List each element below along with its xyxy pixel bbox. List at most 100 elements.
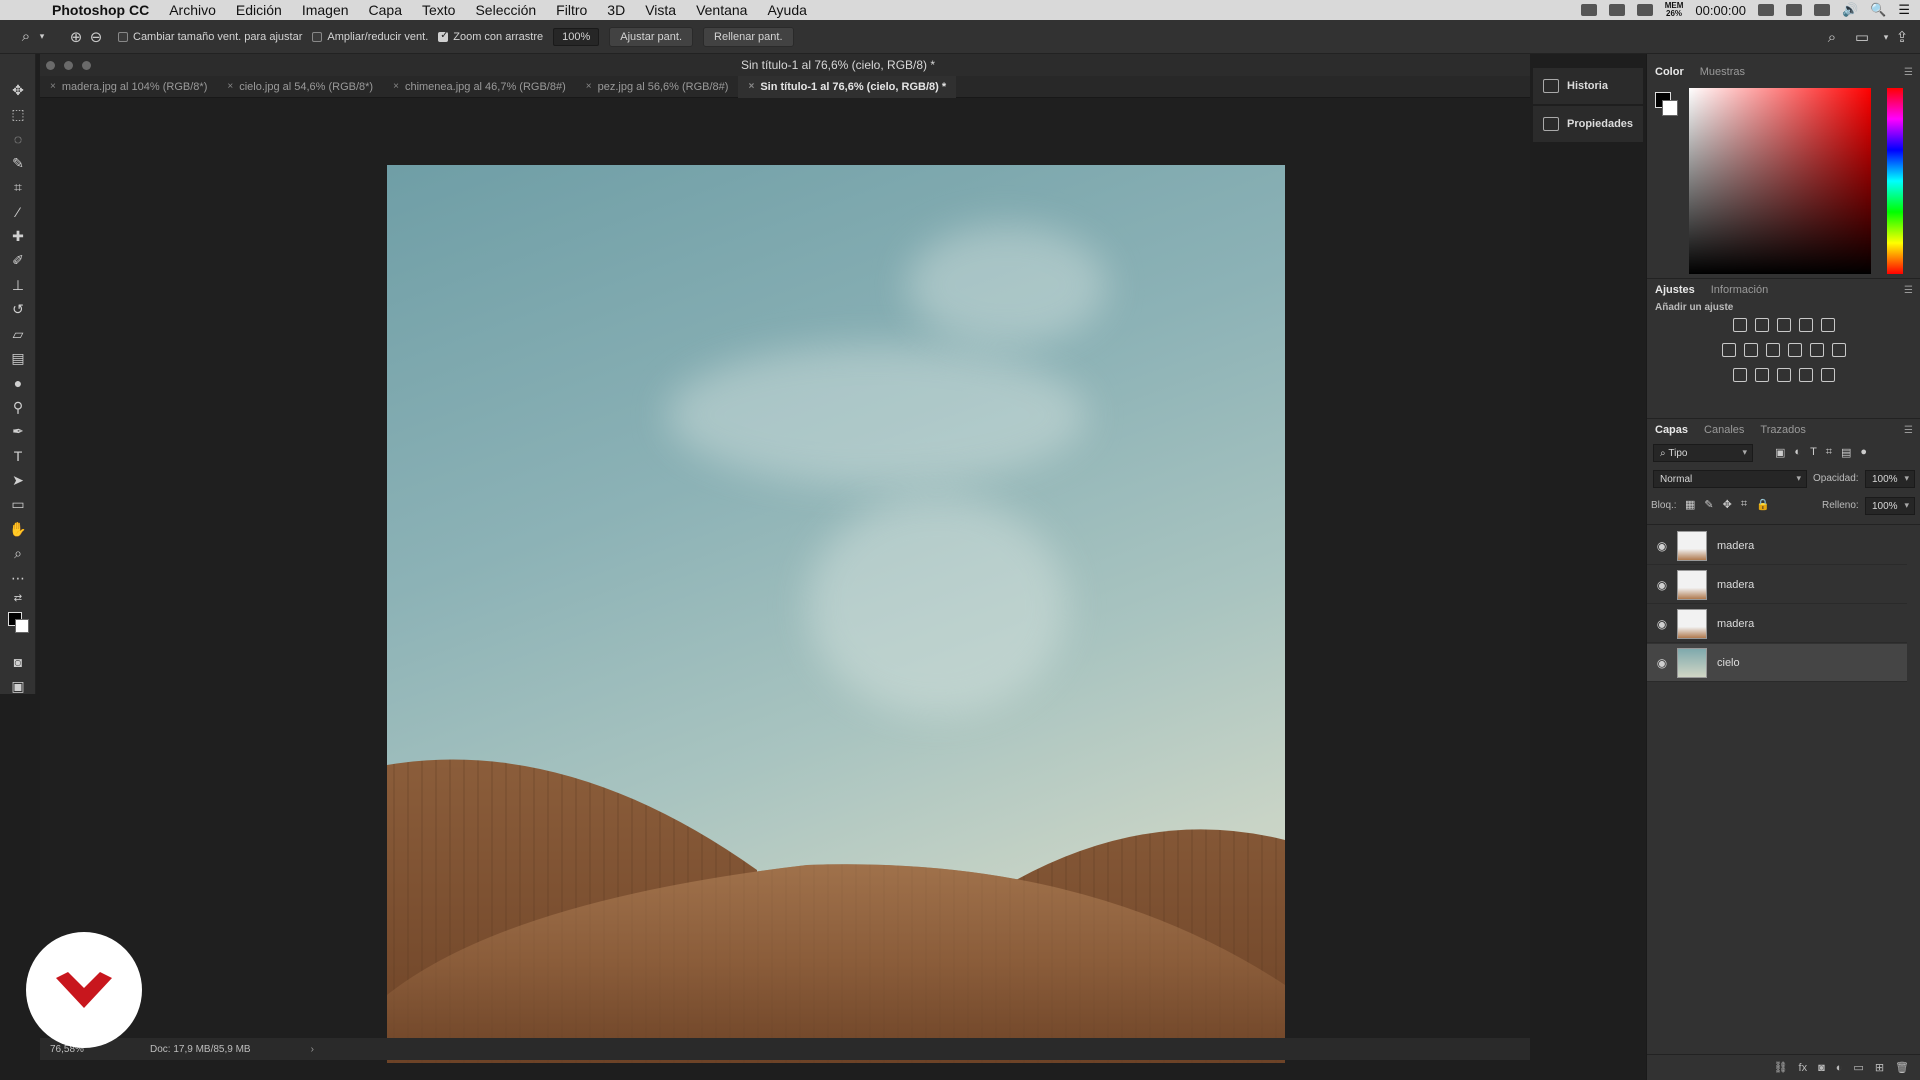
menu-imagen[interactable]: Imagen (292, 0, 359, 20)
exposure-icon[interactable] (1799, 318, 1813, 332)
color-balance-icon[interactable] (1744, 343, 1758, 357)
smart-object-filter-icon[interactable]: ▤ (1841, 446, 1851, 459)
screen-mode-icon[interactable]: ▣ (0, 674, 36, 698)
default-colors-icon[interactable]: ⇄ (0, 590, 36, 606)
marquee-tool-icon[interactable]: ⬚ (0, 102, 36, 126)
workspace-icon[interactable]: ▭ (1852, 27, 1872, 47)
tab-ajustes[interactable]: Ajustes (1647, 284, 1703, 296)
doc-tab-chimenea[interactable]: × chimenea.jpg al 46,7% (RGB/8#) (383, 76, 576, 98)
tab-capas[interactable]: Capas (1647, 424, 1696, 436)
minimize-window-button[interactable] (64, 61, 73, 70)
pen-tool-icon[interactable]: ✒ (0, 419, 36, 443)
brightness-contrast-icon[interactable] (1733, 318, 1747, 332)
quick-mask-icon[interactable]: ◙ (0, 650, 36, 674)
search-icon[interactable]: ⌕ (1822, 27, 1842, 47)
move-tool-icon[interactable]: ✥ (0, 78, 36, 102)
eyedropper-tool-icon[interactable]: ⁄ (0, 200, 36, 224)
doc-tab-cielo[interactable]: × cielo.jpg al 54,6% (RGB/8*) (217, 76, 383, 98)
background-color-swatch[interactable] (15, 619, 29, 633)
menu-ayuda[interactable]: Ayuda (757, 0, 816, 20)
spotlight-icon[interactable]: 🔍 (1870, 2, 1886, 18)
close-tab-icon[interactable]: × (50, 81, 56, 92)
zoom-all-windows-checkbox[interactable] (312, 31, 323, 42)
notification-center-icon[interactable]: ☰ (1898, 2, 1910, 18)
black-white-icon[interactable] (1766, 343, 1780, 357)
layer-row[interactable]: ◉ cielo (1647, 644, 1907, 682)
tool-preset-chevron-icon[interactable]: ▾ (36, 27, 48, 47)
history-brush-tool-icon[interactable]: ↺ (0, 298, 36, 322)
panel-menu-icon[interactable]: ☰ (1904, 285, 1913, 296)
posterize-icon[interactable] (1755, 368, 1769, 382)
zoom-tool-icon[interactable]: ⌕ (16, 27, 36, 47)
lasso-tool-icon[interactable]: ◌ (0, 127, 36, 151)
eye-icon[interactable]: ◉ (1647, 539, 1677, 553)
close-window-button[interactable] (46, 61, 55, 70)
blend-mode-select[interactable]: Normal ▾ (1653, 470, 1807, 488)
blur-tool-icon[interactable]: ● (0, 371, 36, 395)
dodge-tool-icon[interactable]: ⚲ (0, 395, 36, 419)
doc-tab-madera[interactable]: × madera.jpg al 104% (RGB/8*) (40, 76, 217, 98)
channel-mixer-icon[interactable] (1810, 343, 1824, 357)
canvas-area[interactable] (40, 98, 1636, 1063)
lock-transparent-icon[interactable]: ▦ (1685, 498, 1695, 511)
threshold-icon[interactable] (1777, 368, 1791, 382)
close-tab-icon[interactable]: × (586, 81, 592, 92)
background-color-swatch[interactable] (1662, 100, 1678, 116)
eye-icon[interactable]: ◉ (1647, 617, 1677, 631)
link-layers-icon[interactable]: ⛓ (1774, 1061, 1788, 1074)
lock-all-icon[interactable]: 🔒 (1756, 498, 1770, 511)
volume-icon[interactable]: 🔊 (1842, 2, 1858, 18)
clone-stamp-tool-icon[interactable]: ⊥ (0, 273, 36, 297)
canvas-image[interactable] (387, 165, 1285, 1063)
tab-color[interactable]: Color (1647, 66, 1692, 78)
layer-mask-icon[interactable]: ◙ (1818, 1062, 1825, 1074)
tab-muestras[interactable]: Muestras (1692, 66, 1753, 78)
menu-texto[interactable]: Texto (412, 0, 465, 20)
vibrance-icon[interactable] (1821, 318, 1835, 332)
menu-filtro[interactable]: Filtro (546, 0, 597, 20)
scrubby-zoom-option[interactable]: Zoom con arrastre (438, 30, 543, 43)
layer-row[interactable]: ◉ madera (1647, 605, 1907, 643)
lock-pixels-icon[interactable]: ✎ (1704, 498, 1713, 511)
creative-cloud-icon[interactable] (1636, 4, 1653, 16)
color-lookup-icon[interactable] (1832, 343, 1846, 357)
menu-ventana[interactable]: Ventana (686, 0, 757, 20)
layer-row[interactable]: ◉ madera (1647, 527, 1907, 565)
zoom-percent-field[interactable]: 100% (553, 27, 600, 46)
memory-indicator[interactable]: MEM 26% (1665, 2, 1684, 18)
status-menu-chevron-icon[interactable]: › (311, 1044, 314, 1055)
more-tools-icon[interactable]: ⋯ (0, 566, 36, 590)
tab-trazados[interactable]: Trazados (1752, 424, 1813, 436)
panel-menu-icon[interactable]: ☰ (1904, 67, 1913, 78)
properties-panel-button[interactable]: Propiedades (1533, 106, 1643, 142)
layer-style-icon[interactable]: fx (1799, 1062, 1808, 1074)
dropbox-icon[interactable] (1608, 4, 1625, 16)
layer-name[interactable]: madera (1717, 579, 1754, 591)
close-tab-icon[interactable]: × (748, 81, 754, 92)
levels-icon[interactable] (1755, 318, 1769, 332)
color-picker-field[interactable] (1689, 88, 1871, 274)
type-filter-icon[interactable]: T (1810, 446, 1817, 459)
tab-canales[interactable]: Canales (1696, 424, 1752, 436)
crop-tool-icon[interactable]: ⌗ (0, 176, 36, 200)
fill-screen-button[interactable]: Rellenar pant. (703, 26, 794, 47)
fill-field[interactable]: 100% ▾ (1865, 497, 1915, 515)
menu-3d[interactable]: 3D (597, 0, 635, 20)
hue-slider[interactable] (1887, 88, 1903, 274)
lock-position-icon[interactable]: ✥ (1723, 498, 1732, 511)
new-layer-icon[interactable]: ⊞ (1875, 1061, 1884, 1074)
layer-row[interactable]: ◉ madera (1647, 566, 1907, 604)
type-tool-icon[interactable]: T (0, 444, 36, 468)
scrubby-zoom-checkbox[interactable] (438, 30, 449, 42)
lock-artboard-icon[interactable]: ⌗ (1741, 498, 1747, 511)
zoom-out-icon[interactable]: ⊖ (86, 27, 106, 47)
resize-windows-option[interactable]: Cambiar tamaño vent. para ajustar (118, 31, 302, 43)
quick-selection-tool-icon[interactable]: ✎ (0, 151, 36, 175)
menu-seleccion[interactable]: Selección (465, 0, 546, 20)
brush-tool-icon[interactable]: ✐ (0, 249, 36, 273)
pixel-filter-icon[interactable]: ▣ (1775, 446, 1785, 459)
eraser-tool-icon[interactable]: ▱ (0, 322, 36, 346)
trash-icon[interactable]: 🗑 (1895, 1061, 1909, 1074)
eye-icon[interactable]: ◉ (1647, 578, 1677, 592)
menu-vista[interactable]: Vista (635, 0, 686, 20)
